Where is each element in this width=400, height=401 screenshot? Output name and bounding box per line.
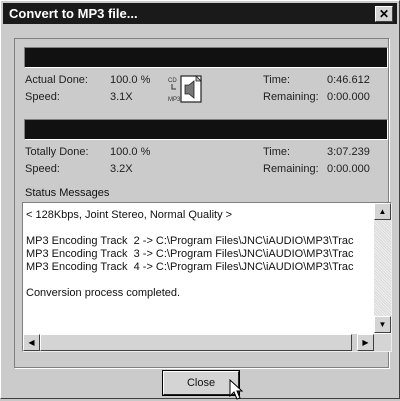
track-progress-fill	[25, 48, 387, 67]
close-window-icon[interactable]: ✕	[375, 6, 393, 22]
total-remaining-label: Remaining:	[263, 163, 319, 175]
status-log-line: Conversion process completed.	[26, 287, 181, 299]
total-progress-bar	[24, 119, 388, 140]
icon-cd-text: CD	[168, 78, 177, 84]
track-remaining-value: 0:00.000	[327, 91, 370, 103]
actual-done-label: Actual Done:	[25, 74, 88, 86]
horizontal-scroll-thumb[interactable]	[40, 334, 352, 351]
totally-done-label: Totally Done:	[25, 146, 89, 158]
track-speed-value: 3.1X	[110, 91, 133, 103]
status-log-line	[26, 222, 366, 235]
track-remaining-label: Remaining:	[263, 91, 319, 103]
status-log[interactable]: < 128Kbps, Joint Stereo, Normal Quality …	[22, 202, 392, 352]
status-log-line: < 128Kbps, Joint Stereo, Normal Quality …	[26, 209, 233, 221]
track-time-label: Time:	[263, 74, 291, 86]
vertical-scrollbar[interactable]: ▲ ▼	[374, 203, 391, 333]
track-progress-bar	[24, 47, 388, 68]
scroll-corner	[374, 334, 391, 351]
status-log-line: MP3 Encoding Track 4 -> C:\Program Files…	[26, 261, 354, 273]
title-bar[interactable]: Convert to MP3 file... ✕	[3, 3, 397, 24]
scroll-right-icon[interactable]: ▶	[357, 334, 374, 351]
totally-done-value: 100.0 %	[110, 146, 151, 158]
cd-to-mp3-icon: CD MP3	[168, 75, 202, 103]
status-log-text: < 128Kbps, Joint Stereo, Normal Quality …	[26, 209, 366, 300]
status-messages-label: Status Messages	[25, 187, 110, 199]
icon-mp3-text: MP3	[168, 97, 181, 103]
actual-done-value: 100.0 %	[110, 74, 151, 86]
status-log-line: MP3 Encoding Track 2 -> C:\Program Files…	[26, 235, 354, 247]
scroll-up-icon[interactable]: ▲	[374, 203, 391, 220]
mouse-cursor-icon	[229, 379, 244, 400]
horizontal-scrollbar[interactable]: ◀ ▶	[23, 334, 374, 351]
close-button[interactable]: Close	[162, 370, 240, 396]
track-time-value: 0:46.612	[327, 74, 370, 86]
status-log-line: MP3 Encoding Track 3 -> C:\Program Files…	[26, 248, 354, 260]
total-progress-fill	[25, 120, 387, 139]
status-log-line	[26, 274, 366, 287]
total-remaining-value: 0:00.000	[327, 163, 370, 175]
convert-dialog: Convert to MP3 file... ✕ Actual Done: 10…	[0, 0, 400, 400]
track-speed-label: Speed:	[25, 91, 60, 103]
scroll-down-icon[interactable]: ▼	[374, 316, 391, 333]
total-time-value: 3:07.239	[327, 146, 370, 158]
window-title: Convert to MP3 file...	[9, 6, 138, 21]
total-time-label: Time:	[263, 146, 291, 158]
total-speed-label: Speed:	[25, 163, 60, 175]
total-speed-value: 3.2X	[110, 163, 133, 175]
scroll-left-icon[interactable]: ◀	[23, 334, 40, 351]
